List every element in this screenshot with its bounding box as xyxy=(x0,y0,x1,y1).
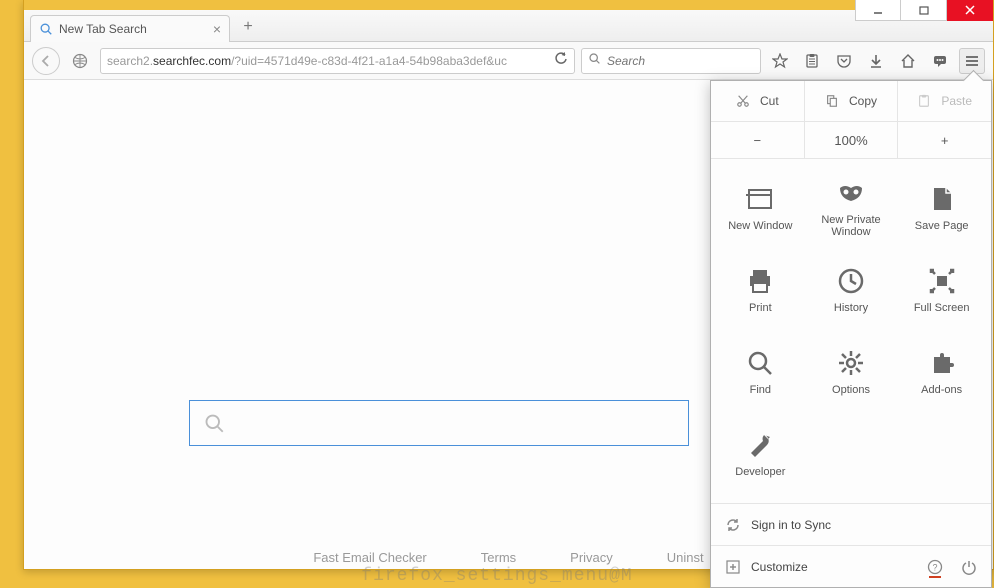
hamburger-menu-popup: Cut Copy Paste − 100% + New Window New P… xyxy=(710,80,992,588)
new-window-button[interactable]: New Window xyxy=(715,167,806,249)
zoom-row: − 100% + xyxy=(711,122,991,159)
cut-label: Cut xyxy=(760,94,779,108)
cut-button[interactable]: Cut xyxy=(711,81,805,121)
menu-grid: New Window New Private Window Save Page … xyxy=(711,159,991,503)
clipboard-icon[interactable] xyxy=(799,48,825,74)
menu-item-label: Save Page xyxy=(915,220,969,232)
power-icon[interactable] xyxy=(961,559,977,575)
url-bar[interactable]: search2.searchfec.com/?uid=4571d49e-c83d… xyxy=(100,48,575,74)
cut-icon xyxy=(736,94,750,108)
footer-link[interactable]: Privacy xyxy=(570,550,613,565)
copy-label: Copy xyxy=(849,94,877,108)
print-button[interactable]: Print xyxy=(715,249,806,331)
search-input[interactable] xyxy=(607,54,754,68)
plus-icon xyxy=(725,559,741,575)
menu-item-label: Developer xyxy=(735,466,785,478)
puzzle-icon xyxy=(927,348,957,378)
tab-active[interactable]: New Tab Search × xyxy=(30,15,230,42)
fullscreen-button[interactable]: Full Screen xyxy=(896,249,987,331)
back-button[interactable] xyxy=(32,47,60,75)
history-button[interactable]: History xyxy=(806,249,897,331)
close-button[interactable] xyxy=(947,0,993,21)
reload-icon[interactable] xyxy=(554,52,568,69)
developer-button[interactable]: Developer xyxy=(715,413,806,495)
menu-item-label: New Window xyxy=(728,220,792,232)
page-icon xyxy=(927,184,957,214)
minimize-button[interactable] xyxy=(855,0,901,21)
gear-icon xyxy=(836,348,866,378)
find-button[interactable]: Find xyxy=(715,331,806,413)
help-icon[interactable]: ? xyxy=(927,559,943,575)
options-button[interactable]: Options xyxy=(806,331,897,413)
menu-item-label: History xyxy=(834,302,868,314)
navbar: search2.searchfec.com/?uid=4571d49e-c83d… xyxy=(24,42,993,80)
search-icon xyxy=(204,413,224,433)
tabstrip: New Tab Search × + xyxy=(24,10,993,42)
edit-row: Cut Copy Paste xyxy=(711,81,991,122)
footer-link[interactable]: Fast Email Checker xyxy=(313,550,426,565)
menu-item-label: Add-ons xyxy=(921,384,962,396)
pocket-icon[interactable] xyxy=(831,48,857,74)
sync-icon xyxy=(725,517,741,533)
paste-icon xyxy=(917,94,931,108)
search-bar[interactable] xyxy=(581,48,761,74)
copy-button[interactable]: Copy xyxy=(805,81,899,121)
paste-button: Paste xyxy=(898,81,991,121)
chat-icon[interactable] xyxy=(927,48,953,74)
print-icon xyxy=(745,266,775,296)
home-icon[interactable] xyxy=(895,48,921,74)
wrench-icon xyxy=(745,430,775,460)
footer-link[interactable]: Terms xyxy=(481,550,516,565)
maximize-button[interactable] xyxy=(901,0,947,21)
window-controls xyxy=(855,0,993,21)
site-identity-icon[interactable] xyxy=(66,49,94,73)
menu-item-label: Print xyxy=(749,302,772,314)
customize-label: Customize xyxy=(751,560,808,574)
search-icon xyxy=(588,52,601,70)
menu-item-label: Options xyxy=(832,384,870,396)
tab-close-icon[interactable]: × xyxy=(213,21,221,37)
sync-row[interactable]: Sign in to Sync xyxy=(711,503,991,545)
menu-item-label: Find xyxy=(750,384,771,396)
url-path: /?uid=4571d49e-c83d-4f21-a1a4-54b98aba3d… xyxy=(231,54,507,68)
menu-item-label: New Private Window xyxy=(806,214,897,238)
zoom-in-button[interactable]: + xyxy=(898,122,991,158)
zoom-value: 100% xyxy=(805,122,899,158)
customize-row[interactable]: Customize ? xyxy=(711,545,991,587)
new-tab-button[interactable]: + xyxy=(236,15,260,39)
copy-icon xyxy=(825,94,839,108)
clock-icon xyxy=(836,266,866,296)
url-domain: searchfec.com xyxy=(153,54,231,68)
svg-text:?: ? xyxy=(932,562,937,572)
zoom-out-button[interactable]: − xyxy=(711,122,805,158)
mask-icon xyxy=(836,178,866,208)
search-icon xyxy=(39,22,53,36)
page-search-box[interactable] xyxy=(189,400,689,446)
sync-label: Sign in to Sync xyxy=(751,518,831,532)
paste-label: Paste xyxy=(941,94,972,108)
fullscreen-icon xyxy=(927,266,957,296)
menu-item-label: Full Screen xyxy=(914,302,970,314)
addons-button[interactable]: Add-ons xyxy=(896,331,987,413)
window-icon xyxy=(745,184,775,214)
bookmark-star-icon[interactable] xyxy=(767,48,793,74)
url-prefix: search2. xyxy=(107,54,153,68)
new-private-window-button[interactable]: New Private Window xyxy=(806,167,897,249)
downloads-icon[interactable] xyxy=(863,48,889,74)
footer-link[interactable]: Uninst xyxy=(667,550,704,565)
search-icon xyxy=(745,348,775,378)
save-page-button[interactable]: Save Page xyxy=(896,167,987,249)
titlebar xyxy=(24,0,993,10)
tab-title: New Tab Search xyxy=(59,22,147,36)
